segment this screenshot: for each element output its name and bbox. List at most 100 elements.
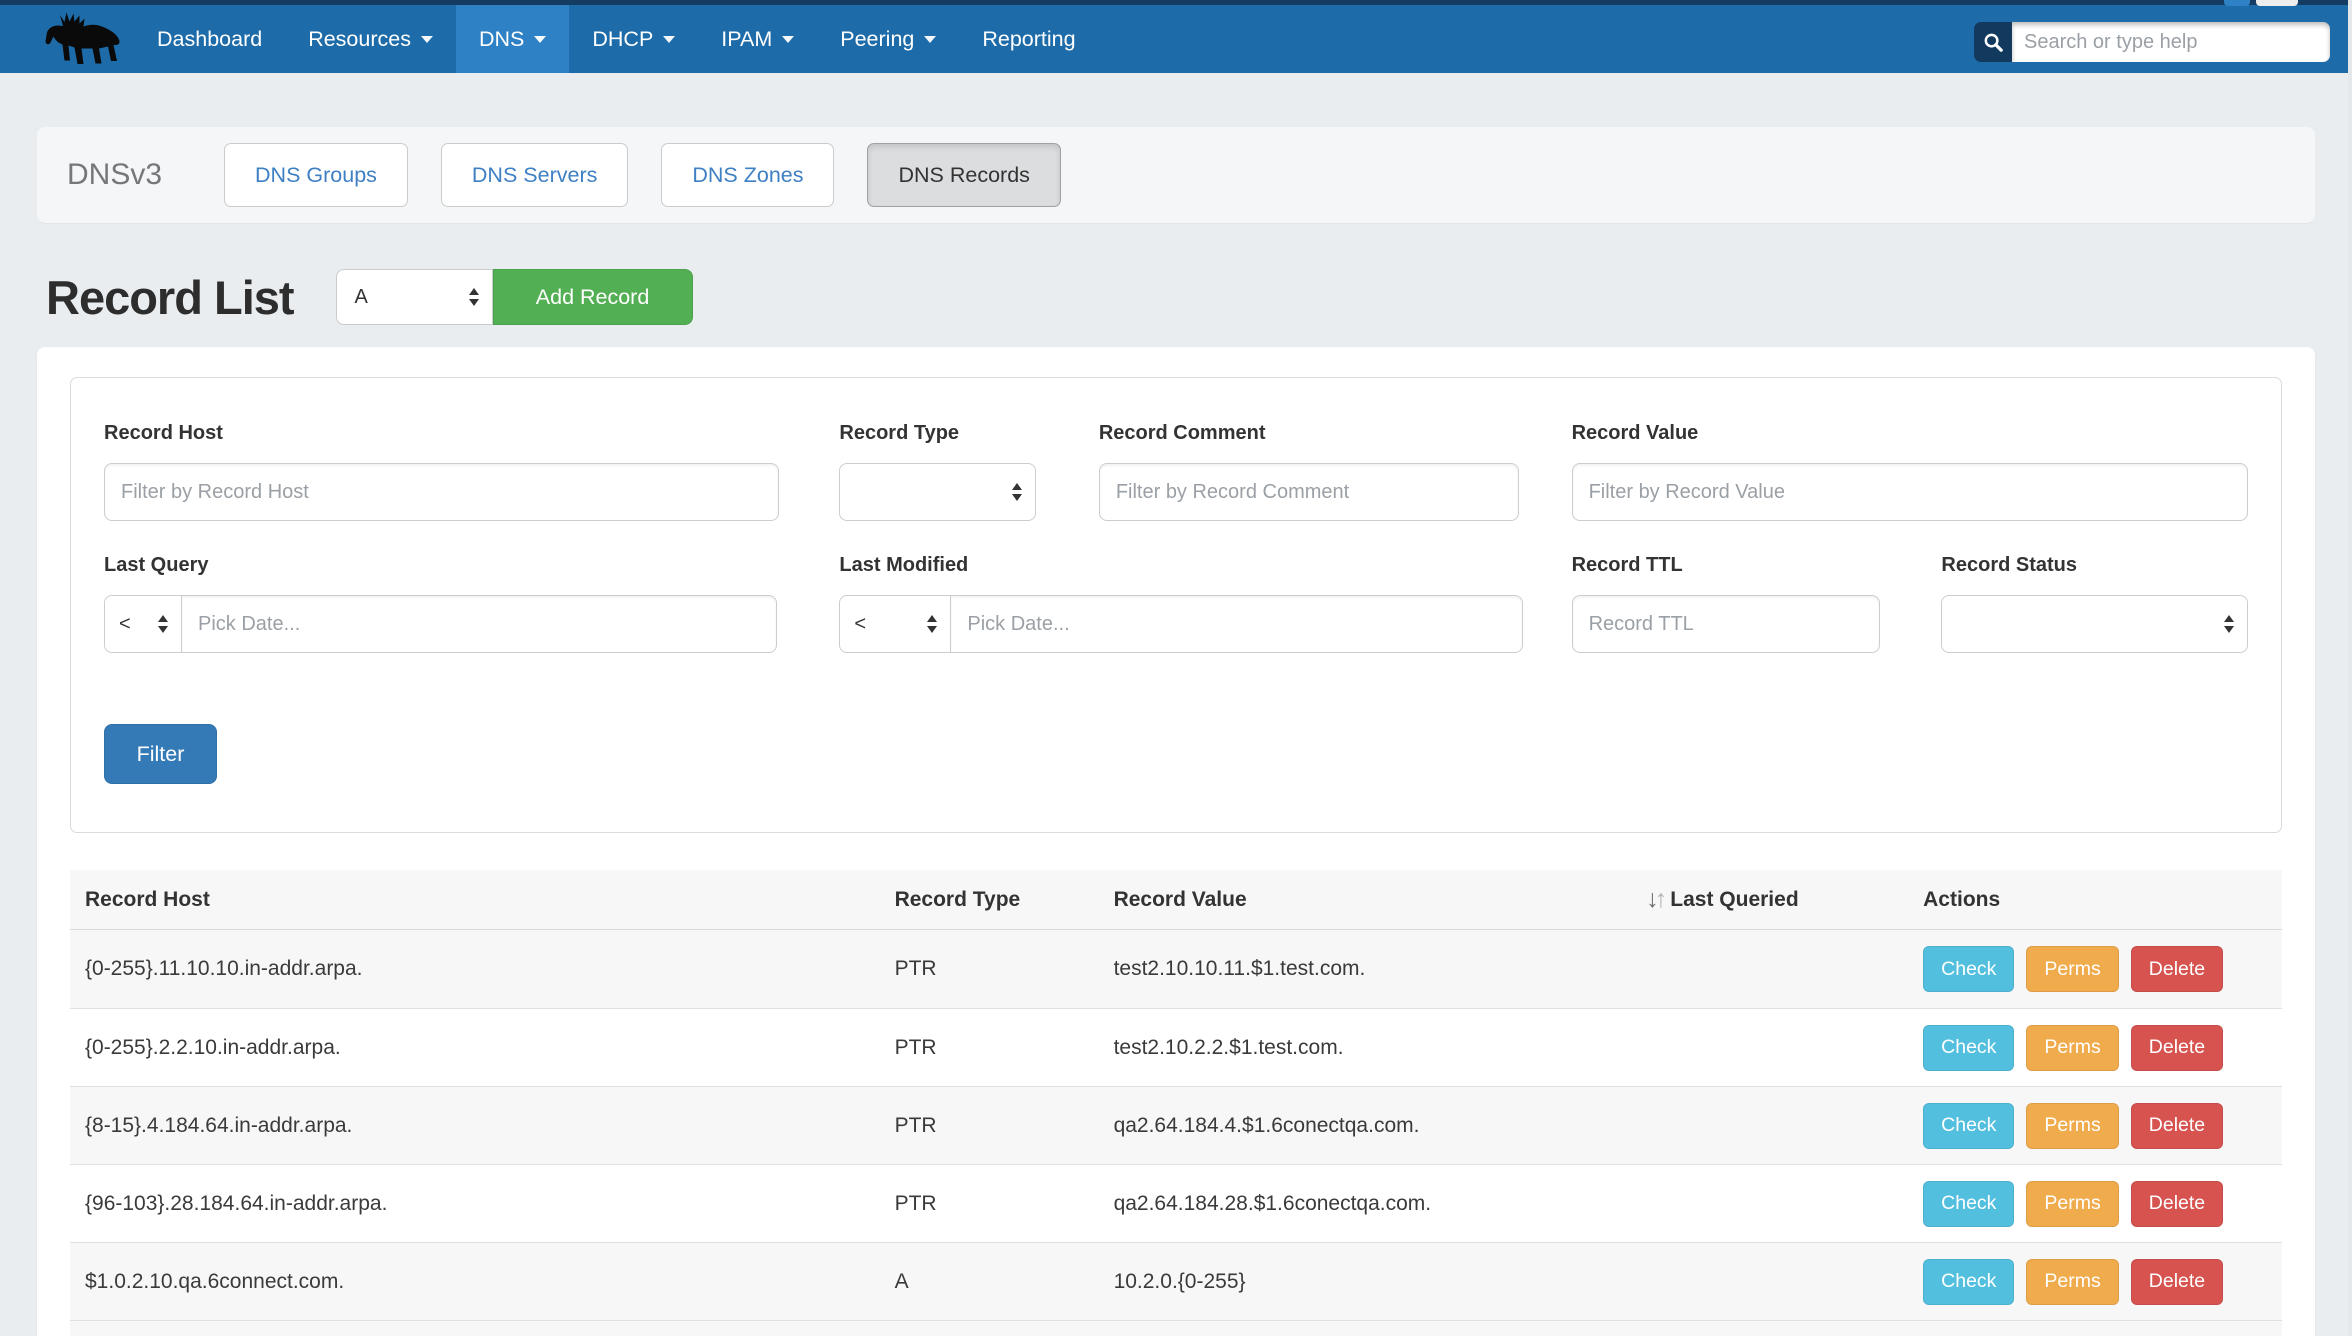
record-host-cell: {0-255}.11.10.10.in-addr.arpa.	[70, 957, 880, 981]
perms-button[interactable]: Perms	[2026, 1103, 2118, 1149]
select-stepper-icon	[158, 615, 168, 633]
delete-button[interactable]: Delete	[2131, 1103, 2223, 1149]
check-button[interactable]: Check	[1923, 1103, 2014, 1149]
page-title: Record List	[46, 270, 294, 325]
perms-button[interactable]: Perms	[2026, 946, 2118, 992]
last-modified-operator-select[interactable]: <	[839, 595, 951, 653]
dns-section-tab[interactable]: DNS Records	[867, 143, 1060, 207]
last-modified-date-input[interactable]	[950, 595, 1523, 653]
scrollbar-track[interactable]	[2348, 0, 2352, 1336]
record-value-cell: test2.10.2.2.$1.test.com.	[1099, 1036, 1639, 1060]
record-list-card: Record Host Record Type Record Comment R…	[37, 347, 2315, 1336]
moose-logo[interactable]	[38, 11, 130, 67]
top-edge-decoration	[2224, 0, 2250, 6]
search-input[interactable]	[2012, 22, 2330, 62]
last-query-filter-label: Last Query	[104, 554, 777, 580]
nav-menu-item-label: DHCP	[592, 27, 653, 52]
last-query-operator-select[interactable]: <	[104, 595, 182, 653]
record-actions-cell: Check Perms Delete	[1908, 1025, 2282, 1071]
table-row: {96-103}.28.184.64.in-addr.arpa. PTR qa2…	[70, 1164, 2282, 1242]
nav-menu-item[interactable]: DNS	[456, 5, 569, 73]
record-type-filter-select[interactable]	[839, 463, 1035, 521]
record-actions-cell: Check Perms Delete	[1908, 946, 2282, 992]
column-header-record-type[interactable]: Record Type	[880, 888, 1099, 912]
record-comment-filter-input[interactable]	[1099, 463, 1519, 521]
record-type-select[interactable]: A	[336, 269, 493, 325]
record-type-cell: PTR	[880, 957, 1099, 981]
table-row-partial	[70, 1320, 2282, 1336]
filter-panel: Record Host Record Type Record Comment R…	[70, 377, 2282, 833]
add-record-button[interactable]: Add Record	[493, 269, 693, 325]
table-header-row: Record Host Record Type Record Value ↓↑ …	[70, 870, 2282, 930]
filter-button[interactable]: Filter	[104, 724, 217, 784]
record-host-filter-input[interactable]	[104, 463, 779, 521]
search-button[interactable]	[1974, 22, 2012, 62]
column-header-last-queried-label: Last Queried	[1670, 888, 1798, 912]
column-header-actions: Actions	[1908, 888, 2282, 912]
column-header-record-host[interactable]: Record Host	[70, 888, 880, 912]
nav-menu-item-label: Resources	[308, 27, 411, 52]
record-value-filter-input[interactable]	[1572, 463, 2248, 521]
add-record-group: A Add Record	[336, 269, 693, 325]
chevron-down-icon	[663, 36, 675, 43]
delete-button[interactable]: Delete	[2131, 1025, 2223, 1071]
record-value-cell: test2.10.10.11.$1.test.com.	[1099, 957, 1639, 981]
dns-section-tab[interactable]: DNS Groups	[224, 143, 408, 207]
record-type-filter-label: Record Type	[839, 422, 1035, 448]
dns-section-tab[interactable]: DNS Servers	[441, 143, 628, 207]
record-value-filter-label: Record Value	[1572, 422, 2248, 448]
last-modified-filter-label: Last Modified	[839, 554, 1523, 580]
chevron-down-icon	[421, 36, 433, 43]
sort-icon[interactable]: ↓↑	[1646, 885, 1663, 914]
nav-menu-item[interactable]: Peering	[817, 5, 959, 73]
record-host-cell: {8-15}.4.184.64.in-addr.arpa.	[70, 1114, 880, 1138]
record-value-cell: qa2.64.184.4.$1.6conectqa.com.	[1099, 1114, 1639, 1138]
nav-menu-item-label: Reporting	[982, 27, 1075, 52]
nav-menu-item[interactable]: IPAM	[698, 5, 817, 73]
table-row: {8-15}.4.184.64.in-addr.arpa. PTR qa2.64…	[70, 1086, 2282, 1164]
moose-icon	[38, 11, 130, 67]
check-button[interactable]: Check	[1923, 1181, 2014, 1227]
column-header-last-queried[interactable]: ↓↑ Last Queried	[1638, 885, 1908, 914]
dns-section-tab-label: DNS Zones	[692, 163, 803, 188]
record-list-header: Record List A Add Record	[46, 269, 2352, 325]
chevron-down-icon	[924, 36, 936, 43]
select-stepper-icon	[927, 615, 937, 633]
perms-button[interactable]: Perms	[2026, 1181, 2118, 1227]
dnsv3-title: DNSv3	[67, 158, 162, 192]
record-host-cell: {96-103}.28.184.64.in-addr.arpa.	[70, 1192, 880, 1216]
search-icon	[1982, 31, 2005, 54]
record-type-cell: PTR	[880, 1192, 1099, 1216]
perms-button[interactable]: Perms	[2026, 1259, 2118, 1305]
nav-menu-item-label: Dashboard	[157, 27, 262, 52]
table-row: {0-255}.11.10.10.in-addr.arpa. PTR test2…	[70, 930, 2282, 1008]
record-type-cell: A	[880, 1270, 1099, 1294]
nav-menu-item[interactable]: Reporting	[959, 5, 1098, 73]
last-query-date-input[interactable]	[181, 595, 777, 653]
record-comment-filter-label: Record Comment	[1099, 422, 1519, 448]
global-search	[1974, 22, 2330, 62]
delete-button[interactable]: Delete	[2131, 946, 2223, 992]
main-menu: Dashboard Resources DNS DHCP	[134, 5, 1099, 73]
record-value-cell: 10.2.0.{0-255}	[1099, 1270, 1639, 1294]
check-button[interactable]: Check	[1923, 1025, 2014, 1071]
check-button[interactable]: Check	[1923, 946, 2014, 992]
column-header-record-value[interactable]: Record Value	[1099, 888, 1639, 912]
select-stepper-icon	[469, 288, 479, 306]
record-status-filter-label: Record Status	[1941, 554, 2248, 580]
nav-menu-item[interactable]: Dashboard	[134, 5, 285, 73]
delete-button[interactable]: Delete	[2131, 1259, 2223, 1305]
delete-button[interactable]: Delete	[2131, 1181, 2223, 1227]
record-status-filter-select[interactable]	[1941, 595, 2248, 653]
dns-section-tab[interactable]: DNS Zones	[661, 143, 834, 207]
check-button[interactable]: Check	[1923, 1259, 2014, 1305]
record-actions-cell: Check Perms Delete	[1908, 1103, 2282, 1149]
dns-section-tab-label: DNS Groups	[255, 163, 377, 188]
nav-menu-item[interactable]: Resources	[285, 5, 456, 73]
nav-menu-item-label: DNS	[479, 27, 524, 52]
perms-button[interactable]: Perms	[2026, 1025, 2118, 1071]
top-edge-decoration	[2256, 0, 2298, 6]
record-ttl-filter-input[interactable]	[1572, 595, 1881, 653]
record-type-cell: PTR	[880, 1114, 1099, 1138]
nav-menu-item[interactable]: DHCP	[569, 5, 698, 73]
